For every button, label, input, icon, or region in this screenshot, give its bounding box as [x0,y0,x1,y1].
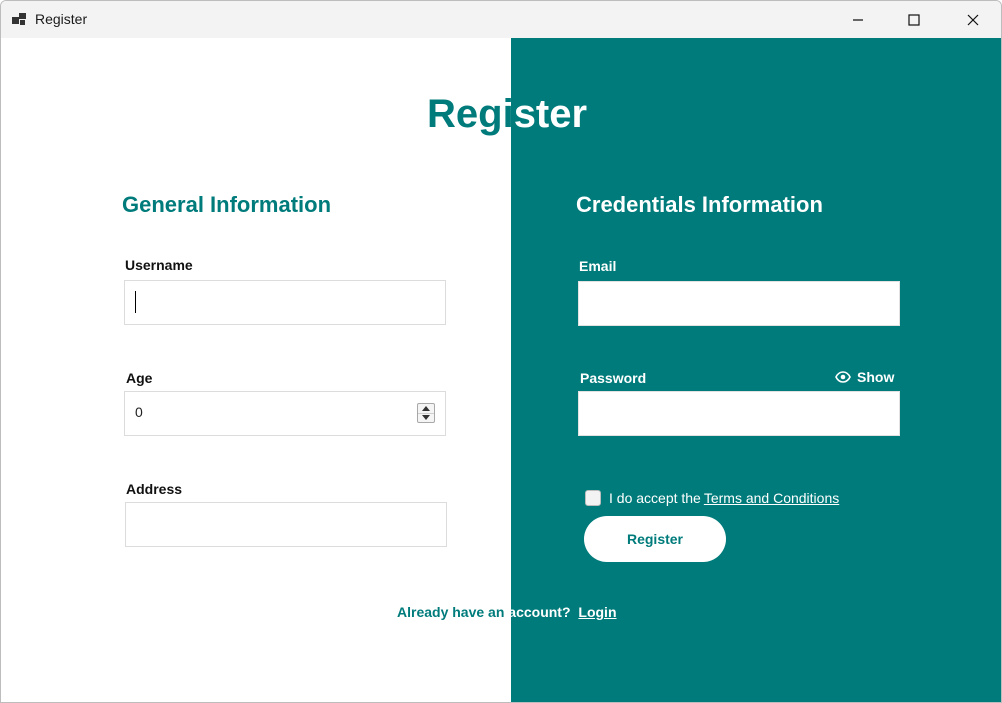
caret-up-icon [422,406,430,411]
title-bar: Register [1,1,1001,38]
age-value: 0 [135,404,143,420]
show-password-toggle[interactable]: Show [835,369,894,385]
eye-icon [835,371,851,383]
minimize-icon [853,18,863,21]
username-label: Username [125,257,193,273]
email-label: Email [579,258,617,274]
text-caret [135,291,136,313]
register-window: Register Register General Information Cr… [0,0,1002,703]
password-input[interactable] [578,391,900,436]
username-input[interactable] [124,280,446,325]
already-text-right: account? [508,604,571,620]
address-input[interactable] [125,502,447,547]
credentials-information-title: Credentials Information [576,192,823,217]
form-client-area: Register General Information Credentials… [1,38,1001,702]
terms-text: I do accept the [609,490,701,506]
close-button[interactable] [950,1,996,38]
maximize-icon [908,13,920,26]
register-button[interactable]: Register [584,516,726,562]
already-text-left: Already have an [397,604,509,620]
window-title: Register [35,11,88,27]
password-label: Password [580,370,647,386]
maximize-button[interactable] [891,1,937,38]
terms-checkbox[interactable] [585,490,601,506]
general-information-title: General Information [122,192,332,217]
age-label: Age [126,370,153,386]
email-input[interactable] [578,281,900,326]
terms-link[interactable]: Terms and Conditions [704,490,839,506]
spin-down-button[interactable] [418,413,434,422]
minimize-button[interactable] [835,1,881,38]
page-title-left: Regi [427,92,514,136]
login-link[interactable]: Login [578,604,616,620]
age-numeric-input[interactable]: 0 [124,391,446,436]
terms-row: I do accept the Terms and Conditions [585,490,839,506]
app-icon [12,13,26,25]
age-spinner [417,403,435,423]
caret-down-icon [422,415,430,420]
page-title: Register [427,90,587,138]
already-have-account: Already have an account? Login [397,604,617,620]
page-title-right: ster [513,92,588,136]
address-label: Address [126,481,183,497]
show-label: Show [857,369,895,385]
close-icon [967,14,979,25]
